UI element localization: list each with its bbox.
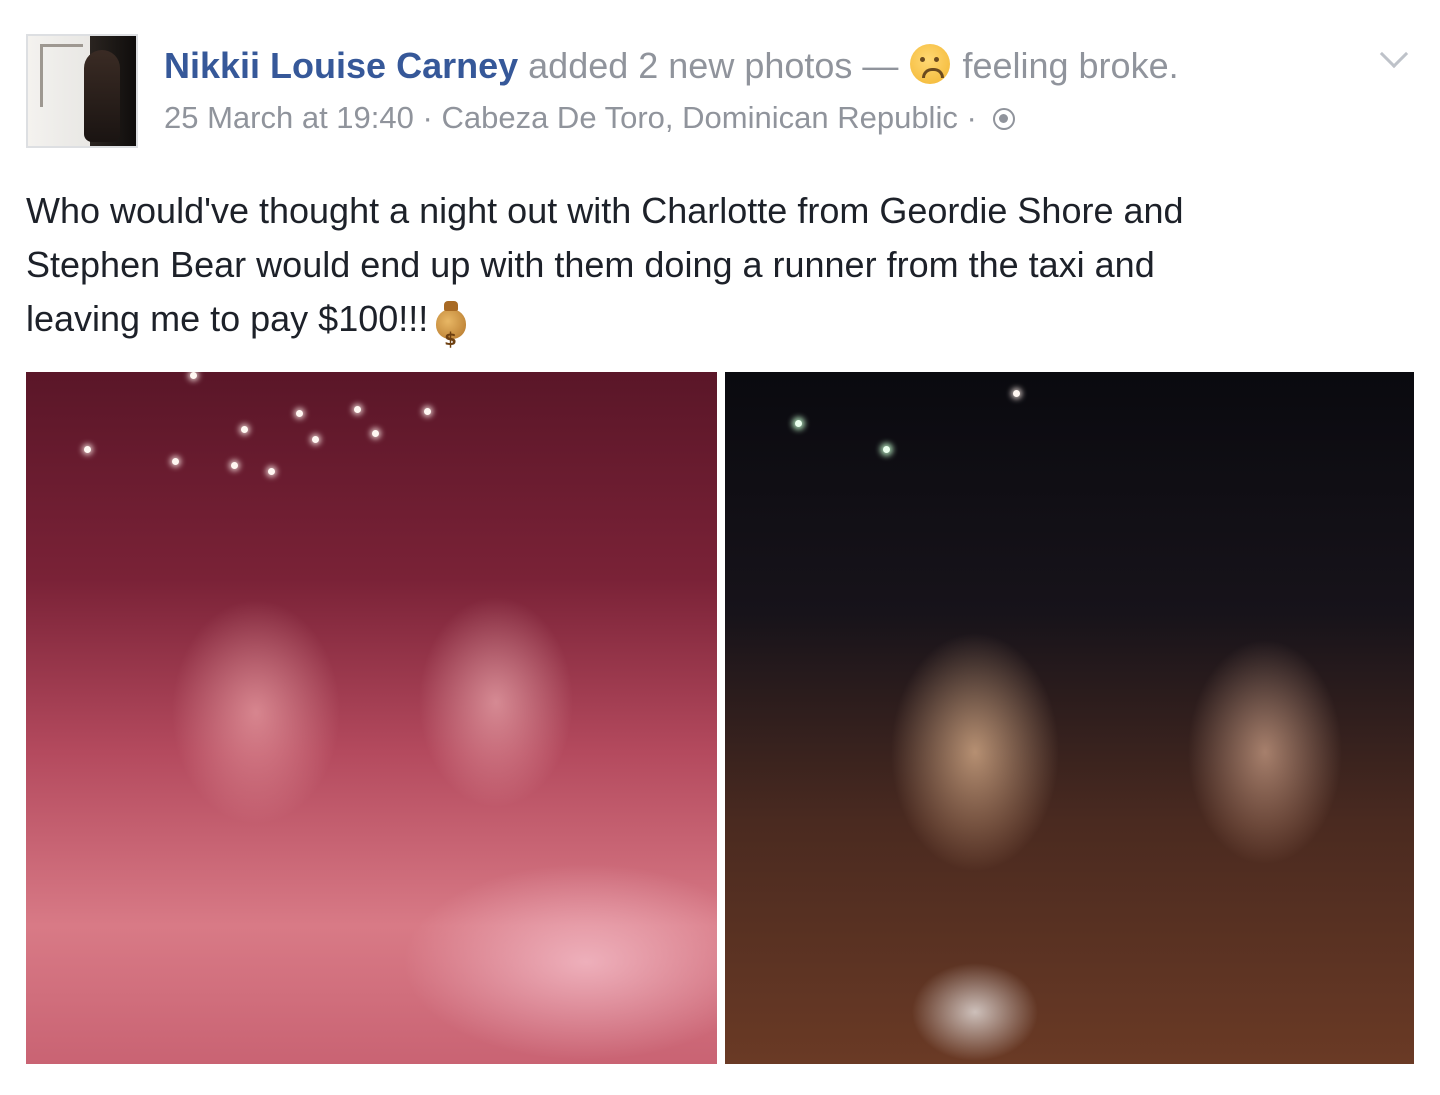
post-text-line: Who would've thought a night out with Ch… — [26, 190, 1184, 231]
decor-light — [172, 458, 179, 465]
post-photo-1[interactable] — [26, 372, 717, 1064]
money-bag-icon — [434, 299, 468, 367]
meta-separator: · — [966, 100, 977, 135]
feeling-text[interactable]: feeling broke. — [962, 45, 1178, 86]
post-text-line: Stephen Bear would end up with them doin… — [26, 244, 1155, 285]
facebook-post: Nikkii Louise Carney added 2 new photos … — [0, 0, 1440, 1095]
avatar-window-frame — [40, 44, 83, 107]
decor-light — [372, 430, 379, 437]
decor-light — [795, 420, 802, 427]
post-header: Nikkii Louise Carney added 2 new photos … — [164, 44, 1179, 87]
chevron-down-icon[interactable] — [1379, 39, 1409, 69]
post-photo-2[interactable] — [725, 372, 1414, 1064]
globe-icon[interactable] — [993, 108, 1016, 130]
post-text-line: leaving me to pay $100!!! — [26, 292, 1416, 367]
post-meta: 25 March at 19:40 · Cabeza De Toro, Domi… — [164, 100, 1016, 136]
decor-light — [84, 446, 91, 453]
post-text-segment: leaving me to pay $100!!! — [26, 298, 429, 339]
decor-light — [424, 408, 431, 415]
decor-light — [883, 446, 890, 453]
decor-light — [231, 462, 238, 469]
decor-light — [190, 372, 197, 379]
profile-avatar[interactable] — [26, 34, 138, 148]
post-action-text: added 2 new photos — — [528, 45, 899, 86]
decor-light — [1013, 390, 1020, 397]
decor-light — [354, 406, 361, 413]
decor-light — [241, 426, 248, 433]
decor-light — [296, 410, 303, 417]
post-timestamp[interactable]: 25 March at 19:40 — [164, 100, 414, 135]
post-body: Who would've thought a night out with Ch… — [26, 184, 1416, 367]
disappointed-face-icon — [910, 44, 951, 84]
avatar-figure — [84, 50, 120, 142]
decor-light — [268, 468, 275, 475]
meta-separator: · — [422, 100, 433, 135]
author-link[interactable]: Nikkii Louise Carney — [164, 45, 518, 86]
post-location[interactable]: Cabeza De Toro, Dominican Republic — [441, 100, 957, 135]
decor-light — [312, 436, 319, 443]
